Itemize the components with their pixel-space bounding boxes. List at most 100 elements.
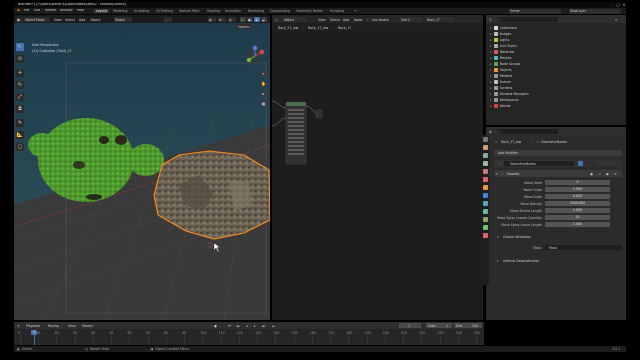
tab-uv-editing[interactable]: UV Editing [156, 9, 173, 13]
cursor-tool-icon[interactable]: ⊙ [16, 55, 24, 63]
tab-geometry-nodes[interactable]: Geometry Nodes [296, 9, 323, 13]
play-icon[interactable]: ▸ [254, 324, 256, 328]
shading-solid-icon[interactable]: ● [247, 17, 253, 22]
breadcrumb-mesh[interactable]: Rock_17_low [308, 26, 328, 30]
tab-modeling[interactable]: Modeling [113, 9, 128, 13]
current-frame-field[interactable]: 1 [399, 323, 421, 328]
mesa-strand-length-field[interactable]: 1.000 [545, 208, 610, 213]
menu-window[interactable]: Window [60, 9, 73, 12]
tab-sculpting[interactable]: Sculpting [134, 9, 149, 13]
visibility-icon[interactable]: ◐ [208, 17, 216, 22]
internal-dependencies-panel[interactable]: ▸ Internal Dependencies [497, 257, 622, 263]
render-tab-icon[interactable] [483, 145, 488, 150]
view-layer-tab-icon[interactable] [483, 161, 488, 166]
minimize-icon[interactable]: – [608, 3, 614, 7]
outliner-item[interactable]: ▸ Lights [490, 38, 509, 43]
use-nodes-checkbox-icon[interactable]: ☑ [366, 18, 369, 22]
node-group-selector[interactable]: GeometryNodes [504, 161, 574, 166]
timeline-menu-keying[interactable]: Keying [48, 324, 59, 328]
breadcrumb-object[interactable]: Rock_17_low [278, 26, 298, 30]
timeline-menu-marker[interactable]: Marker [82, 324, 93, 328]
output-tab-icon[interactable] [483, 153, 488, 158]
add-workspace-icon[interactable]: + [354, 9, 357, 13]
rotate-tool-icon[interactable]: ↻ [16, 81, 24, 89]
render-toggle-icon[interactable]: ◉ [606, 172, 609, 176]
outliner-item[interactable]: ▸ Meshes [490, 56, 512, 61]
mesa-scale-field[interactable]: 0.020 [545, 194, 610, 199]
menu-help[interactable]: Help [77, 9, 84, 12]
tab-layout[interactable]: Layout [94, 9, 109, 13]
node-menu-node[interactable]: Node [354, 18, 362, 22]
node-menu-select[interactable]: Select [330, 18, 340, 22]
outliner-item[interactable]: ▸ Objects [490, 68, 512, 73]
close-icon[interactable]: ✕ [621, 3, 627, 7]
outliner-item[interactable]: ▸ Line Styles [490, 44, 517, 49]
timeline-track[interactable]: 0 10 20 30 40 50 60 70 80 90 100 110 120 130 140 150 160… [14, 329, 484, 345]
editor-type-icon[interactable]: ▣ [16, 17, 23, 22]
noise-seed-field[interactable]: 0 [545, 180, 610, 185]
slot-selector[interactable]: Slot 1 [400, 17, 422, 22]
scene-selector[interactable]: Scene [509, 8, 561, 14]
tab-texture-paint[interactable]: Texture Paint [179, 9, 200, 13]
measure-tool-icon[interactable]: 📐 [16, 131, 24, 139]
mesa-density-field[interactable]: 1500.000 [545, 201, 610, 206]
blender-logo-icon[interactable]: ◉ [17, 9, 20, 12]
properties-search-input[interactable]: ⌕ [498, 129, 558, 134]
gizmo-icon[interactable]: ⊕ [218, 17, 226, 22]
mesa-splay-length-field[interactable]: 1.000 [545, 222, 610, 227]
options-button[interactable]: Options [236, 24, 252, 30]
moss-attribute-input[interactable]: Moss [545, 245, 622, 250]
outliner-item[interactable]: ▸ Node Groups [490, 62, 520, 67]
record-icon[interactable]: ● [214, 324, 217, 328]
mesa-splay-quantity-field[interactable]: 20 [545, 215, 610, 220]
move-tool-icon[interactable]: ✛ [16, 69, 24, 77]
scale-tool-icon[interactable]: ⤢ [16, 93, 24, 101]
node-menu-view[interactable]: View [318, 18, 326, 22]
outliner-item[interactable]: ▸ Scenes [490, 80, 511, 85]
shading-wire-icon[interactable]: ○ [240, 17, 246, 22]
outliner-item[interactable]: ▸ Images [490, 32, 511, 37]
zoom-icon[interactable]: ⌕ [260, 70, 267, 77]
collapse-icon[interactable]: ▾ [496, 172, 498, 176]
node-editor-object-selector[interactable]: Object [283, 17, 307, 22]
node-editor-type-icon[interactable]: ⬡ [274, 17, 281, 22]
viewport-toggle-icon[interactable]: ▭ [598, 172, 601, 176]
add-cube-tool-icon[interactable]: ▢ [16, 143, 24, 151]
filter-icon[interactable]: ▽ [614, 17, 621, 22]
outliner-item[interactable]: ▸ Worlds [490, 104, 510, 109]
add-modifier-button[interactable]: Add Modifier [494, 150, 622, 156]
snap-icon[interactable]: ⋯ [164, 17, 172, 22]
menu-render[interactable]: Render [45, 9, 56, 12]
view-layer-selector[interactable]: ViewLayer [569, 8, 621, 14]
scene-tab-icon[interactable] [483, 169, 488, 174]
camera-view-icon[interactable]: ▸ [260, 90, 267, 97]
modifier-name[interactable]: Moodify [507, 172, 520, 176]
output-attributes-panel[interactable]: ▾ Output Attributes [497, 233, 622, 239]
menu-object[interactable]: Object [90, 18, 100, 22]
shading-material-icon[interactable]: ◑ [254, 17, 260, 22]
edit-mode-toggle-icon[interactable]: ▣ [590, 172, 593, 176]
breadcrumb-material[interactable]: Rock_17 [338, 26, 351, 30]
timeline[interactable]: ◷ Playback Keying View Marker ● ⏮ ◂◂ ◂ ▸… [14, 322, 484, 345]
timeline-menu-view[interactable]: View [68, 324, 76, 328]
axis-gizmo[interactable] [244, 45, 266, 67]
outliner-type-icon[interactable]: ☰ [488, 17, 495, 22]
outliner-item[interactable]: ▸ Palettes [490, 74, 512, 79]
tab-rendering[interactable]: Rendering [248, 9, 264, 13]
menu-add[interactable]: Add [79, 18, 85, 22]
close-modifier-icon[interactable]: ✕ [614, 172, 617, 176]
tab-animation[interactable]: Animation [225, 9, 241, 13]
tab-compositing[interactable]: Compositing [270, 9, 290, 13]
noise-scale-field[interactable]: 1.000 [545, 187, 610, 192]
outliner-item[interactable]: ▸ Materials [490, 50, 514, 55]
ortho-toggle-icon[interactable]: ▦ [260, 100, 267, 107]
select-tool-icon[interactable]: ↖ [16, 43, 24, 51]
play-reverse-icon[interactable]: ◂ [246, 324, 248, 328]
tab-shading[interactable]: Shading [207, 9, 220, 13]
shading-render-icon[interactable]: ◒ [261, 17, 267, 22]
duplicate-icon[interactable] [584, 161, 589, 166]
outliner-item[interactable]: ▸ Window Managers [490, 92, 529, 97]
annotate-tool-icon[interactable]: ✎ [16, 119, 24, 127]
modifier-panel-header[interactable]: ▾ ⬡ Moodify ▣ ▭ ◉ ✕ [494, 170, 622, 177]
next-key-icon[interactable]: ▸▸ [262, 324, 265, 328]
